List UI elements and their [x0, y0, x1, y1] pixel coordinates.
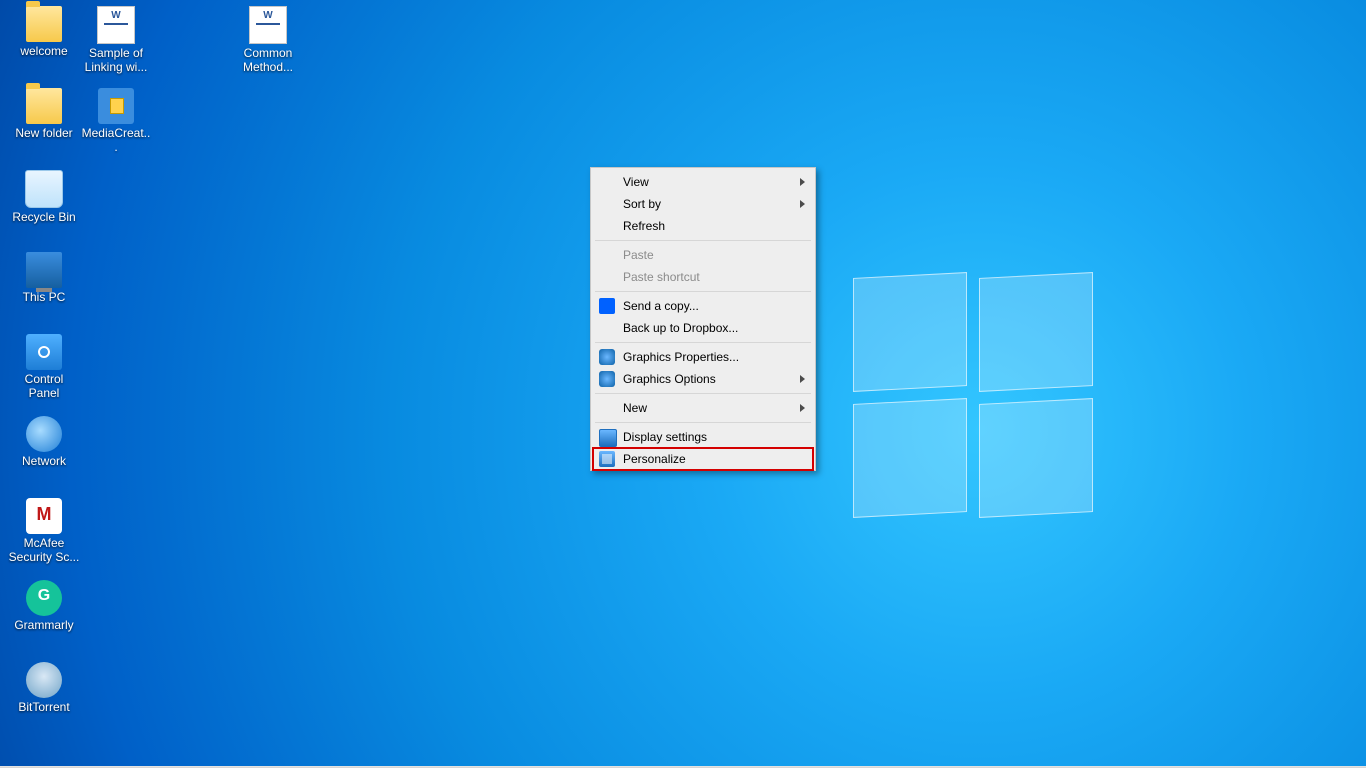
desktop-icon-mcafee[interactable]: McAfee Security Sc... — [8, 498, 80, 564]
mcafee-icon — [26, 498, 62, 534]
desktop-icon-label: MediaCreat... — [80, 126, 152, 154]
menu-item-back-up-dropbox[interactable]: Back up to Dropbox... — [593, 317, 813, 339]
menu-item-label: Display settings — [623, 430, 707, 444]
menu-item-label: Back up to Dropbox... — [623, 321, 738, 335]
menu-separator — [595, 291, 811, 292]
windows-logo-pane — [853, 272, 967, 392]
personalize-icon — [599, 451, 615, 467]
recycle-bin-icon — [25, 170, 63, 208]
desktop-icon-bittorrent[interactable]: BitTorrent — [8, 662, 80, 714]
this-pc-icon — [26, 252, 62, 288]
menu-item-view[interactable]: View — [593, 171, 813, 193]
menu-item-label: View — [623, 175, 649, 189]
menu-item-paste: Paste — [593, 244, 813, 266]
mediacreat-icon — [98, 88, 134, 124]
menu-item-label: Graphics Options — [623, 372, 716, 386]
send-a-copy-icon — [599, 298, 615, 314]
menu-separator — [595, 342, 811, 343]
desktop-icon-mediacreat[interactable]: MediaCreat... — [80, 88, 152, 154]
desktop-icon-label: Sample of Linking wi... — [80, 46, 152, 74]
sample-linking-icon — [97, 6, 135, 44]
menu-item-label: Paste shortcut — [623, 270, 700, 284]
menu-item-send-a-copy[interactable]: Send a copy... — [593, 295, 813, 317]
desktop-icon-label: Control Panel — [8, 372, 80, 400]
bittorrent-icon — [26, 662, 62, 698]
desktop-icon-welcome[interactable]: welcome — [8, 6, 80, 58]
desktop[interactable]: welcomeSample of Linking wi... Common Met… — [0, 0, 1366, 768]
menu-item-graphics-options[interactable]: Graphics Options — [593, 368, 813, 390]
desktop-icon-common-method[interactable]: Common Method... — [232, 6, 304, 74]
desktop-icon-this-pc[interactable]: This PC — [8, 252, 80, 304]
desktop-icon-label: New folder — [8, 126, 80, 140]
menu-item-label: Refresh — [623, 219, 665, 233]
menu-item-sort-by[interactable]: Sort by — [593, 193, 813, 215]
desktop-icon-sample-linking[interactable]: Sample of Linking wi... — [80, 6, 152, 74]
desktop-icon-label: Network — [8, 454, 80, 468]
menu-item-personalize[interactable]: Personalize — [593, 448, 813, 470]
windows-logo-pane — [979, 398, 1093, 518]
menu-separator — [595, 422, 811, 423]
desktop-icon-label: This PC — [8, 290, 80, 304]
menu-item-label: Send a copy... — [623, 299, 699, 313]
desktop-icon-label: BitTorrent — [8, 700, 80, 714]
grammarly-icon — [26, 580, 62, 616]
control-panel-icon — [26, 334, 62, 370]
menu-item-label: New — [623, 401, 647, 415]
menu-item-label: Graphics Properties... — [623, 350, 739, 364]
desktop-icon-grammarly[interactable]: Grammarly — [8, 580, 80, 632]
windows-logo-pane — [979, 272, 1093, 392]
graphics-options-icon — [599, 371, 615, 387]
desktop-icon-network[interactable]: Network — [8, 416, 80, 468]
menu-separator — [595, 240, 811, 241]
desktop-icon-label: Recycle Bin — [8, 210, 80, 224]
welcome-icon — [26, 6, 62, 42]
desktop-icon-label: McAfee Security Sc... — [8, 536, 80, 564]
desktop-context-menu: View Sort by Refresh Paste Paste shortcut Sen… — [590, 167, 816, 471]
display-settings-icon — [599, 429, 617, 447]
desktop-icon-control-panel[interactable]: Control Panel — [8, 334, 80, 400]
menu-item-paste-shortcut: Paste shortcut — [593, 266, 813, 288]
desktop-icon-new-folder[interactable]: New folder — [8, 88, 80, 140]
network-icon — [26, 416, 62, 452]
desktop-icon-label: Common Method... — [232, 46, 304, 74]
menu-item-label: Sort by — [623, 197, 661, 211]
menu-item-label: Paste — [623, 248, 654, 262]
menu-item-display-settings[interactable]: Display settings — [593, 426, 813, 448]
menu-item-refresh[interactable]: Refresh — [593, 215, 813, 237]
desktop-icon-label: welcome — [8, 44, 80, 58]
menu-item-label: Personalize — [623, 452, 686, 466]
common-method-icon — [249, 6, 287, 44]
menu-separator — [595, 393, 811, 394]
windows-logo-pane — [853, 398, 967, 518]
graphics-properties-icon — [599, 349, 615, 365]
menu-item-graphics-properties[interactable]: Graphics Properties... — [593, 346, 813, 368]
windows-logo — [853, 275, 1091, 513]
menu-item-new[interactable]: New — [593, 397, 813, 419]
new-folder-icon — [26, 88, 62, 124]
desktop-icon-label: Grammarly — [8, 618, 80, 632]
desktop-icon-recycle-bin[interactable]: Recycle Bin — [8, 170, 80, 224]
